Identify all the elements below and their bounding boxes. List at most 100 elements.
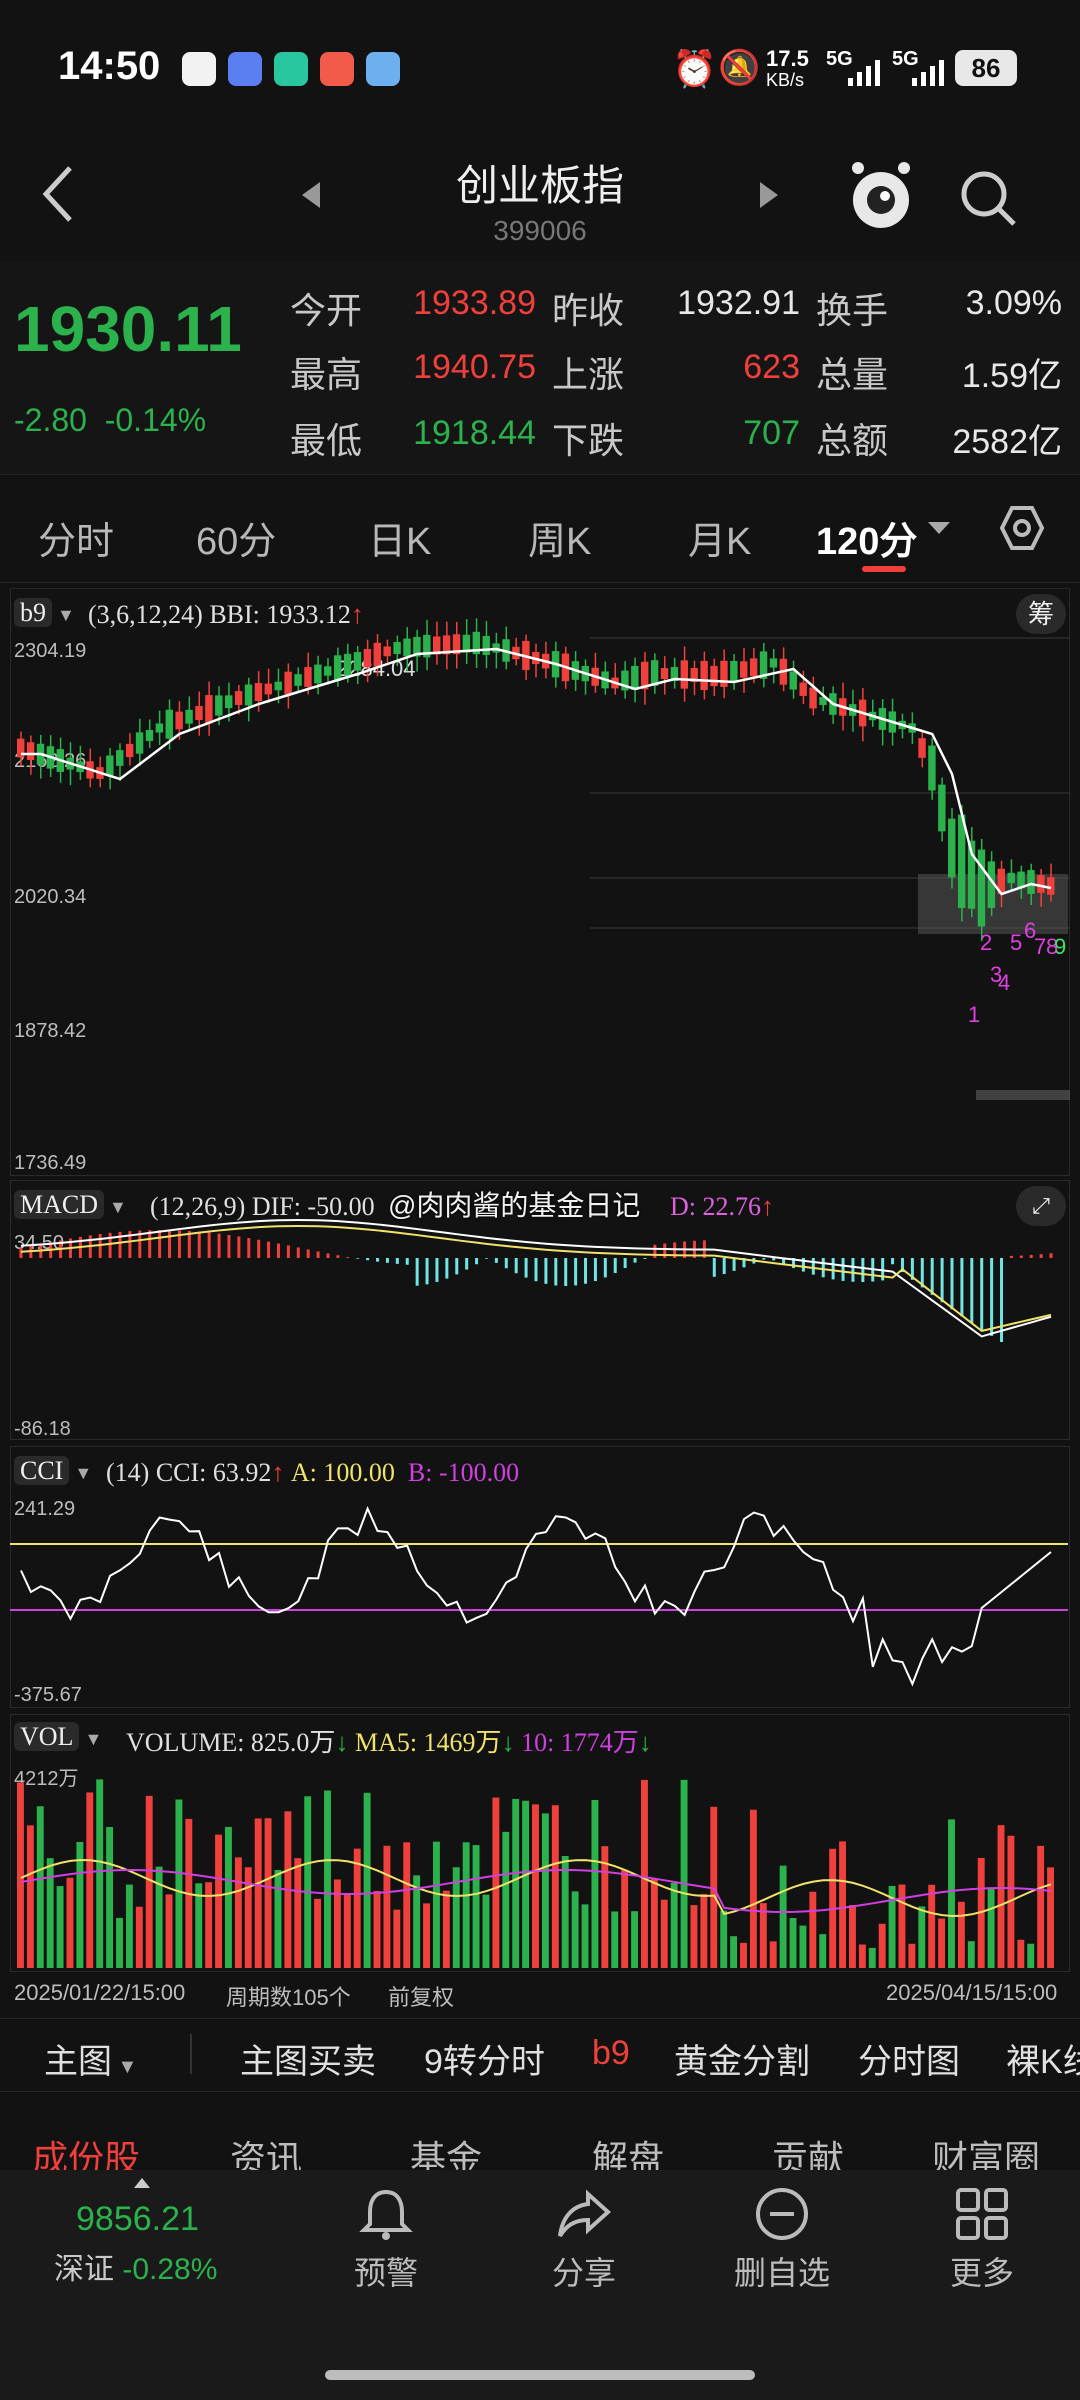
macd-chart (19, 1218, 1053, 1342)
tool-b9[interactable]: b9 (592, 2034, 630, 2073)
volume-bar (670, 1882, 678, 1968)
quote-value: 1940.75 (413, 348, 536, 386)
volume-bar (720, 1910, 728, 1968)
clock: 14:50 (58, 44, 161, 88)
volume-bar (849, 1904, 856, 1968)
volume-bar (621, 1869, 629, 1968)
volume-bar (611, 1911, 619, 1968)
candle (799, 682, 807, 696)
volume-bar (403, 1842, 411, 1968)
volume-bar (314, 1898, 322, 1968)
index-ticker[interactable]: 深证 -0.28% (54, 2244, 217, 2288)
volume-bar (1047, 1867, 1054, 1968)
volume-bar (165, 1894, 173, 1968)
dock-alert[interactable]: 预警 (316, 2248, 456, 2294)
volume-bar (799, 1925, 807, 1968)
dock-remove-watchlist[interactable]: 删自选 (712, 2248, 852, 2294)
candle (1007, 872, 1015, 884)
date-start: 2025/01/22/15:00 (14, 1980, 186, 2005)
candle (353, 652, 362, 671)
candle (769, 658, 778, 668)
quote-value: 2582亿 (952, 423, 1062, 461)
volume-bar (660, 1899, 668, 1968)
page-title: 创业板指 (455, 162, 624, 209)
volume-bar (86, 1792, 94, 1968)
quote-value: 1932.91 (677, 284, 800, 322)
volume-bar (393, 1909, 401, 1968)
candle (730, 660, 738, 683)
dock-share[interactable]: 分享 (514, 2248, 654, 2294)
volume-bar (650, 1878, 658, 1968)
tab-timeshare[interactable]: 分时 (38, 510, 114, 565)
remove-watchlist-icon[interactable] (754, 2186, 810, 2242)
volume-bar (749, 1809, 757, 1968)
quote-label: 总量 (816, 354, 889, 395)
volume-bar (264, 1818, 272, 1968)
volume-bar (759, 1903, 767, 1968)
tool-main-buy-sell[interactable]: 主图买卖 (240, 2034, 376, 2083)
volume-bar (819, 1934, 827, 1968)
candle (393, 641, 401, 655)
volume-bar (26, 1825, 34, 1968)
candle (284, 671, 292, 695)
tab-60min[interactable]: 60分 (196, 510, 276, 565)
volume-bar (324, 1790, 331, 1968)
volume-bar (373, 1890, 381, 1968)
volume-bar (215, 1834, 222, 1968)
share-icon[interactable] (556, 2186, 612, 2242)
tool-timeshare-chart[interactable]: 分时图 (858, 2034, 960, 2083)
index-ticker-value[interactable]: 9856.21 (76, 2200, 199, 2239)
tool-naked-k[interactable]: 裸K线 (1006, 2034, 1080, 2083)
battery-icon: 86 (955, 50, 1017, 86)
tab-120min[interactable]: 120分 (816, 510, 917, 565)
volume-bar (274, 1870, 282, 1968)
volume-bar (433, 1841, 440, 1968)
volume-bar (125, 1884, 133, 1968)
app-notification-icon (228, 52, 262, 86)
candle (650, 660, 659, 686)
expand-up-icon[interactable] (134, 2178, 150, 2188)
candle (363, 649, 372, 667)
dock-more[interactable]: 更多 (912, 2248, 1052, 2294)
more-grid-icon[interactable] (954, 2186, 1010, 2242)
volume-bar (948, 1819, 955, 1968)
dropdown-icon[interactable] (928, 522, 950, 536)
volume-bar (868, 1947, 876, 1968)
main-chart-selector[interactable]: 主图 ▼ (44, 2034, 137, 2083)
candle (789, 671, 797, 690)
candle (195, 706, 203, 720)
volume-bar (106, 1827, 114, 1968)
candle (304, 667, 312, 687)
volume-bar (690, 1905, 698, 1968)
candle (938, 784, 946, 832)
tab-monthly[interactable]: 月K (688, 510, 751, 565)
candle (185, 709, 193, 724)
price-zone (976, 1090, 1070, 1100)
volume-bar (551, 1805, 559, 1968)
candle (373, 642, 381, 667)
td-number: 2 (980, 930, 993, 955)
td-number: 7 (1034, 934, 1047, 959)
candle (809, 687, 817, 709)
tool-9-timeshare[interactable]: 9转分时 (424, 2034, 545, 2083)
settings-icon[interactable] (998, 504, 1046, 552)
candle (294, 674, 302, 686)
candle (135, 732, 144, 754)
divider (190, 2034, 192, 2074)
quote-value: 1.59亿 (961, 357, 1062, 395)
volume-bar (700, 1893, 708, 1968)
tab-weekly[interactable]: 周K (528, 510, 591, 565)
tool-golden-section[interactable]: 黄金分割 (674, 2034, 810, 2083)
alert-bell-icon[interactable] (358, 2186, 414, 2242)
candle (948, 818, 956, 878)
volume-bar (769, 1941, 777, 1968)
td-number: 1 (968, 1002, 981, 1027)
kline-chart[interactable] (10, 588, 1070, 1174)
candle (710, 665, 718, 687)
volume-bar (532, 1804, 539, 1968)
candle (660, 668, 669, 679)
tab-daily[interactable]: 日K (368, 510, 431, 565)
candle (26, 742, 35, 761)
volume-bar (987, 1889, 995, 1968)
candle (244, 684, 253, 706)
